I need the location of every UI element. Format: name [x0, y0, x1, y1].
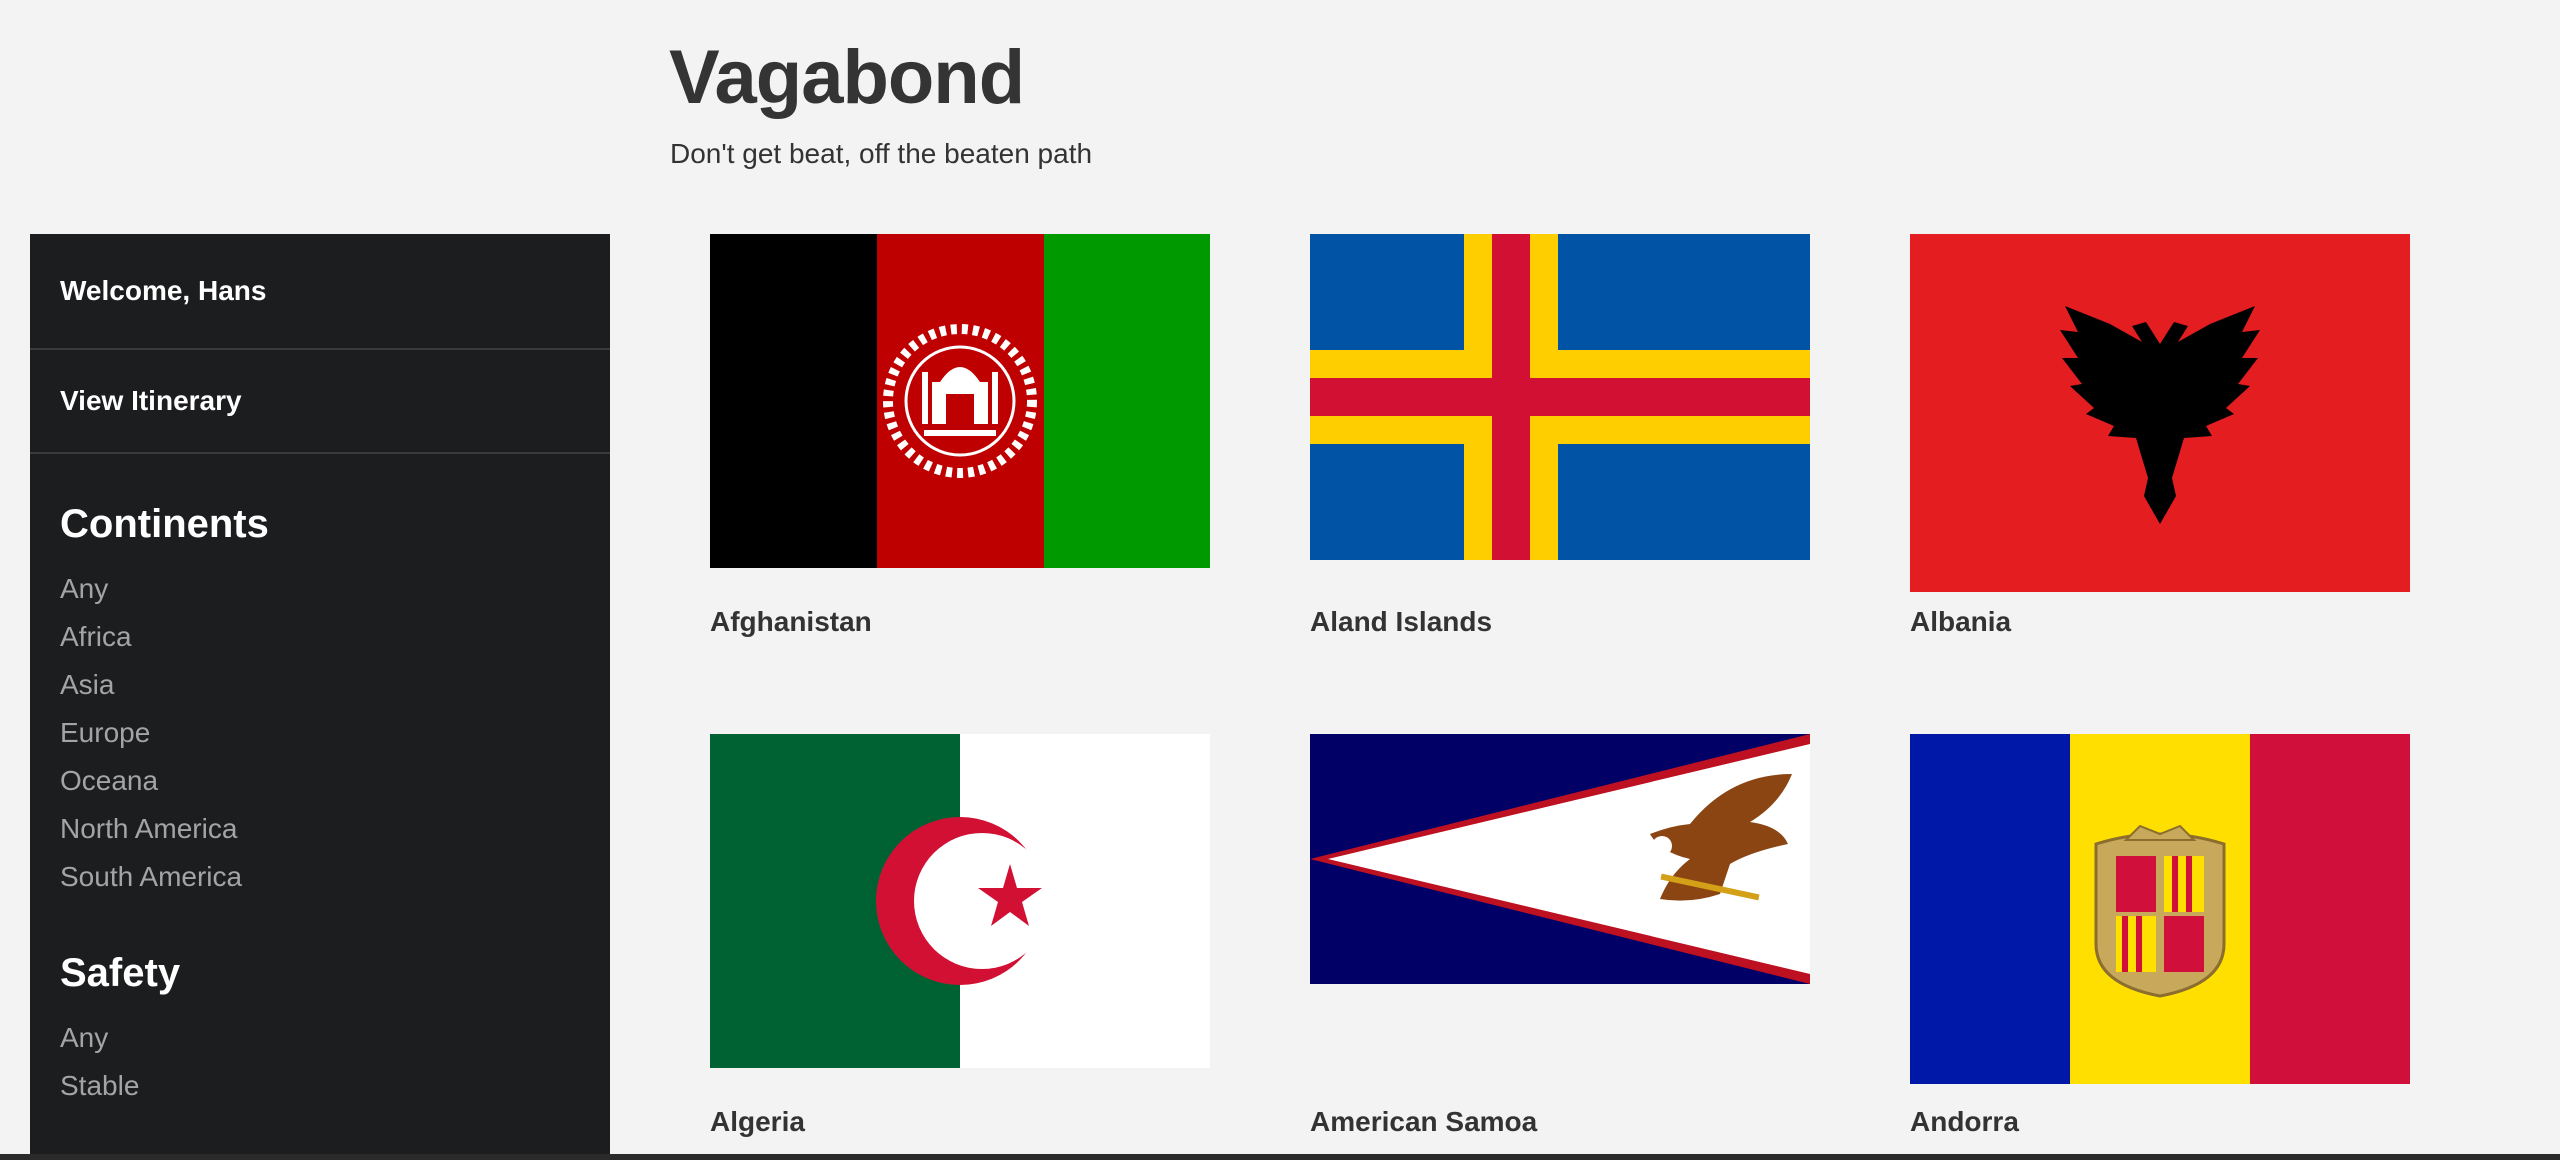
view-itinerary-link[interactable]: View Itinerary: [30, 350, 610, 454]
country-card-algeria[interactable]: Algeria: [710, 734, 1210, 1137]
afghanistan-flag-icon: [710, 234, 1210, 568]
country-name[interactable]: Andorra: [1910, 1106, 2019, 1138]
continent-filter-north-america[interactable]: North America: [30, 805, 610, 853]
continent-filter-europe[interactable]: Europe: [30, 709, 610, 757]
safety-filter-any[interactable]: Any: [30, 1014, 610, 1062]
safety-filter-stable[interactable]: Stable: [30, 1062, 610, 1110]
country-name[interactable]: Afghanistan: [710, 606, 872, 638]
continents-filter-list: Any Africa Asia Europe Oceana North Amer…: [30, 565, 610, 901]
country-card-andorra[interactable]: Andorra: [1910, 734, 2410, 1137]
country-card-albania[interactable]: Albania: [1910, 234, 2410, 637]
continent-filter-africa[interactable]: Africa: [30, 613, 610, 661]
safety-heading: Safety: [60, 951, 181, 995]
country-card-aland-islands[interactable]: Aland Islands: [1310, 234, 1810, 637]
country-name[interactable]: Albania: [1910, 606, 2011, 638]
country-card-american-samoa[interactable]: American Samoa: [1310, 734, 1810, 1137]
continent-filter-asia[interactable]: Asia: [30, 661, 610, 709]
country-name[interactable]: American Samoa: [1310, 1106, 1537, 1138]
country-name[interactable]: Algeria: [710, 1106, 805, 1138]
country-name[interactable]: Aland Islands: [1310, 606, 1492, 638]
safety-filter-list: Any Stable: [30, 1014, 610, 1110]
algeria-flag-icon: [710, 734, 1210, 1068]
american-samoa-flag-icon: [1310, 734, 1810, 984]
continent-filter-south-america[interactable]: South America: [30, 853, 610, 901]
aland-islands-flag-icon: [1310, 234, 1810, 560]
window-bottom-edge: [0, 1154, 2560, 1160]
site-title: Vagabond: [669, 35, 1025, 120]
continents-heading: Continents: [60, 502, 269, 546]
welcome-link[interactable]: Welcome, Hans: [30, 234, 610, 350]
sidebar: Welcome, Hans View Itinerary Continents …: [30, 234, 610, 1160]
country-card-afghanistan[interactable]: Afghanistan: [710, 234, 1210, 637]
albania-flag-icon: [1910, 234, 2410, 592]
site-tagline: Don't get beat, off the beaten path: [670, 138, 1093, 169]
andorra-flag-icon: [1910, 734, 2410, 1084]
continent-filter-any[interactable]: Any: [30, 565, 610, 613]
continent-filter-oceana[interactable]: Oceana: [30, 757, 610, 805]
